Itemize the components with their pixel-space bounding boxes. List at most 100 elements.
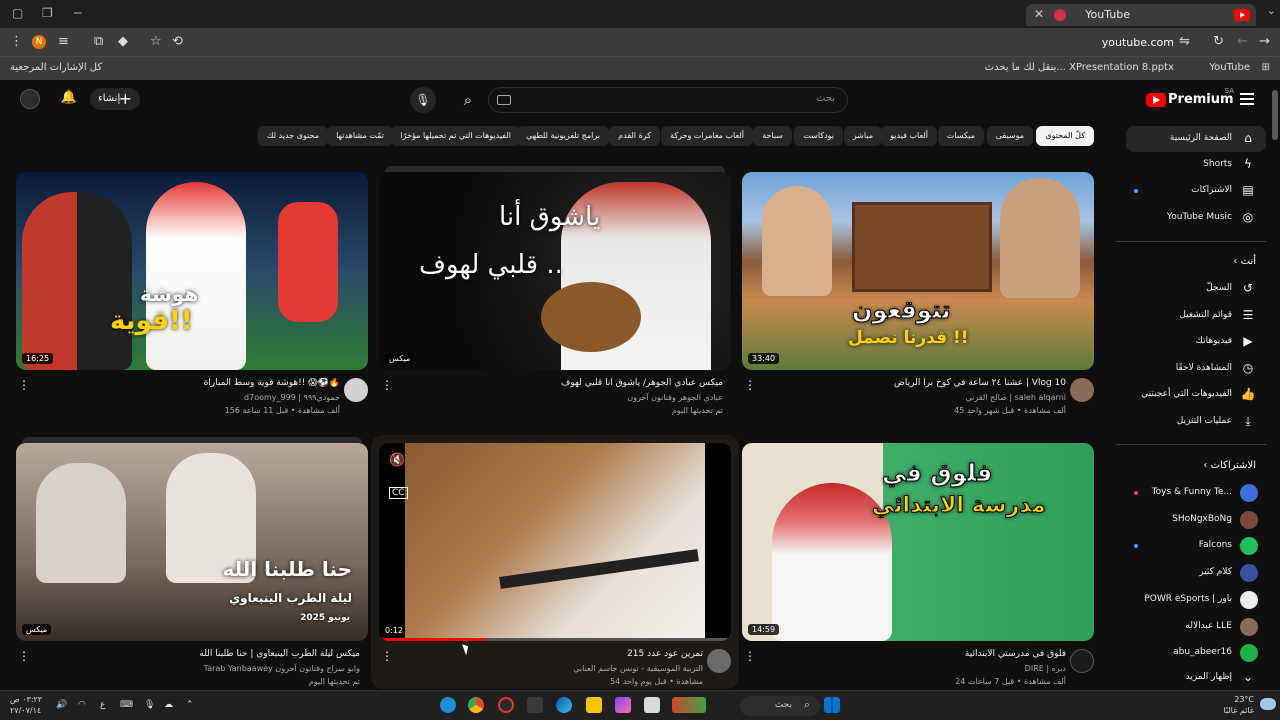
channel-avatar[interactable]: [1070, 649, 1094, 673]
screenshot-icon[interactable]: ⧉: [94, 34, 103, 49]
channel-name[interactable]: DIRE | ديره: [766, 664, 1066, 673]
bookmark-presentation[interactable]: Presentation 8.pptx: [1076, 62, 1174, 73]
window-restore-icon[interactable]: ❐: [42, 6, 53, 20]
weather-widget[interactable]: 23°C غائم غالبًا: [1223, 694, 1254, 716]
sidebar-you-header[interactable]: ‹ أنت: [1233, 256, 1256, 267]
chip-8[interactable]: كرة القدم: [609, 126, 660, 146]
sidebar-subscription-item[interactable]: Toys & Funny Te...: [1126, 480, 1266, 506]
site-settings-icon[interactable]: ⇋: [1179, 34, 1190, 49]
voice-search-button[interactable]: 🎙: [410, 87, 436, 113]
cloud-tray-icon[interactable]: ☁: [164, 700, 173, 710]
sidebar-subscription-item[interactable]: Falcons: [1126, 533, 1266, 559]
search-button[interactable]: ⌕: [453, 87, 483, 113]
sidebar-show-more[interactable]: ⌄ إظهار المزيد: [1126, 665, 1266, 691]
page-info-icon[interactable]: ⟲: [172, 34, 183, 49]
mic-tray-icon[interactable]: 🎙: [144, 700, 155, 710]
scrollbar-thumb[interactable]: [1272, 90, 1278, 140]
volume-icon[interactable]: 🔊: [56, 700, 67, 710]
video-progress-track[interactable]: [379, 638, 731, 641]
mute-icon[interactable]: 🔇: [389, 453, 405, 468]
sidebar-subscription-item[interactable]: abu_abeer16: [1126, 640, 1266, 666]
chip-2[interactable]: ميكسات: [937, 126, 984, 146]
browser-menu-icon[interactable]: ⋮: [10, 34, 23, 49]
video-title[interactable]: ميكس ليلة الطرب الينبعاوي | حنا طلبنا ال…: [60, 649, 360, 659]
sidebar-subscription-item[interactable]: SHoNgxBoNg: [1126, 507, 1266, 533]
taskbar-clock[interactable]: ٠٣:٢٣ ص ٢٧/٠٧/١٤: [10, 694, 42, 716]
sidebar-item-shorts[interactable]: ϟ Shorts: [1126, 152, 1266, 178]
wifi-icon[interactable]: ◠: [78, 700, 86, 710]
sidebar-subscription-item[interactable]: عبدالاله LLE: [1126, 614, 1266, 640]
sidebar-item-watch-later[interactable]: ◷ المشاهدة لاحقًا: [1126, 356, 1266, 382]
input-language[interactable]: ع: [100, 700, 105, 710]
chip-5[interactable]: بودكاست: [794, 126, 843, 146]
tab-list-icon[interactable]: ⌄: [1267, 4, 1276, 17]
apps-grid-icon[interactable]: ⊞: [1262, 62, 1270, 73]
video-thumbnail[interactable]: تتوقعون قدرنا نصمل !! 33:40: [742, 172, 1094, 370]
more-options-icon[interactable]: ⋮: [744, 378, 756, 392]
page-scrollbar[interactable]: [1272, 82, 1278, 682]
video-thumbnail[interactable]: فلوق في مدرسة الابتدائي 14:59: [742, 443, 1094, 641]
video-thumbnail[interactable]: حنا طلبنا الله ليلة الطرب الينبعاوي يوني…: [16, 443, 368, 641]
more-options-icon[interactable]: ⋮: [381, 378, 393, 392]
chip-11[interactable]: تمّت مشاهدتها: [327, 126, 393, 146]
close-tab-icon[interactable]: ✕: [1034, 7, 1044, 21]
file-explorer-icon[interactable]: [586, 697, 602, 713]
video-title[interactable]: هوشة قوية وسط المباراة!! 😱⚽️🔥: [40, 378, 340, 388]
video-title[interactable]: فلوق في مدرستي الابتدائية: [766, 649, 1066, 659]
chip-1[interactable]: موسيقى: [986, 126, 1033, 146]
browser-profile-avatar[interactable]: N: [32, 35, 46, 49]
more-options-icon[interactable]: ⋮: [18, 378, 30, 392]
account-avatar[interactable]: [20, 89, 40, 109]
sidebar-item-liked-videos[interactable]: 👍 الفيديوهات التي أعجبتني: [1126, 382, 1266, 408]
chrome-icon[interactable]: [468, 697, 484, 713]
channel-avatar[interactable]: [707, 649, 731, 673]
chip-6[interactable]: سباحة: [753, 126, 792, 146]
hamburger-menu-icon[interactable]: [1240, 93, 1254, 105]
bookmark-x[interactable]: ينقل لك ما يحدث... X: [985, 62, 1076, 73]
copilot-icon[interactable]: [615, 697, 631, 713]
recorder-icon[interactable]: [498, 697, 514, 713]
reload-icon[interactable]: ↻: [1213, 34, 1224, 49]
weather-app-icon[interactable]: [440, 697, 456, 713]
channel-name[interactable]: Tarab Yanbaawey وابو سراج وفنانون آخرون: [60, 664, 360, 673]
widgets-icon[interactable]: [672, 697, 706, 713]
chip-12[interactable]: محتوى جديد لك: [257, 126, 328, 146]
tab-search-icon[interactable]: ▢: [12, 6, 23, 20]
channel-name[interactable]: صالح القرني | saleh alqarni: [766, 393, 1066, 402]
more-options-icon[interactable]: ⋮: [381, 649, 393, 663]
channel-name[interactable]: عبادي الجوهر وفنانون آخرون: [423, 393, 723, 402]
video-thumbnail[interactable]: ياشوق أنا قلبي لهوف .. ميكس: [379, 172, 731, 370]
channel-avatar[interactable]: [1070, 378, 1094, 402]
chip-10[interactable]: الفيديوهات التي تم تحميلها مؤخرًا: [391, 126, 520, 146]
sidebar-subscriptions-header[interactable]: ‹ الاشتراكات: [1203, 460, 1256, 471]
sidebar-item-subscriptions[interactable]: ▤ الاشتراكات: [1126, 178, 1266, 204]
sidebar-subscription-item[interactable]: كلام كثير: [1126, 560, 1266, 586]
forward-icon[interactable]: ←: [1237, 34, 1248, 49]
all-bookmarks[interactable]: كل الإشارات المرجعية: [10, 62, 102, 73]
sidebar-item-downloads[interactable]: ⤓ عمليات التنزيل: [1126, 409, 1266, 435]
task-view-icon[interactable]: [644, 697, 660, 713]
keyboard-icon[interactable]: [497, 95, 511, 105]
address-bar[interactable]: youtube.com: [1102, 36, 1174, 49]
channel-avatar[interactable]: [344, 378, 368, 402]
channel-name[interactable]: التربية الموسيقية - تونس جاسم العنابي: [403, 664, 703, 673]
video-title[interactable]: ميكس عبادي الجوهر/ ياشوق أنا قلبي لهوف: [423, 378, 723, 388]
video-thumbnail[interactable]: هوشة قوية!! 16:25: [16, 172, 368, 370]
keyboard-tray-icon[interactable]: ⌨: [120, 700, 133, 710]
windows-start-icon[interactable]: [824, 697, 840, 713]
video-title[interactable]: تمرين عود عدد 215: [403, 649, 703, 659]
sidebar-item-your-videos[interactable]: ▶ فيديوهاتك: [1126, 329, 1266, 355]
back-icon[interactable]: →: [1259, 34, 1270, 49]
notifications-bell-icon[interactable]: 🔔: [60, 90, 78, 108]
show-hidden-icons[interactable]: ⌃: [186, 700, 194, 710]
captions-icon[interactable]: CC: [389, 487, 408, 499]
sidebar-item-history[interactable]: ↺ السجلّ: [1126, 276, 1266, 302]
extensions-icon[interactable]: ≡: [58, 34, 69, 49]
chip-3[interactable]: ألعاب فيديو: [881, 126, 937, 146]
sidebar-item-home[interactable]: ⌂ الصفحة الرئيسية: [1126, 126, 1266, 152]
sidebar-subscription-item[interactable]: POWR eSports | باور: [1126, 587, 1266, 613]
more-options-icon[interactable]: ⋮: [18, 649, 30, 663]
video-preview-player[interactable]: 🔇 CC 0:12: [379, 443, 731, 641]
sidebar-item-youtube-music[interactable]: ◎ YouTube Music: [1126, 205, 1266, 231]
chip-9[interactable]: برامج تلفزيونية للطهي: [516, 126, 609, 146]
